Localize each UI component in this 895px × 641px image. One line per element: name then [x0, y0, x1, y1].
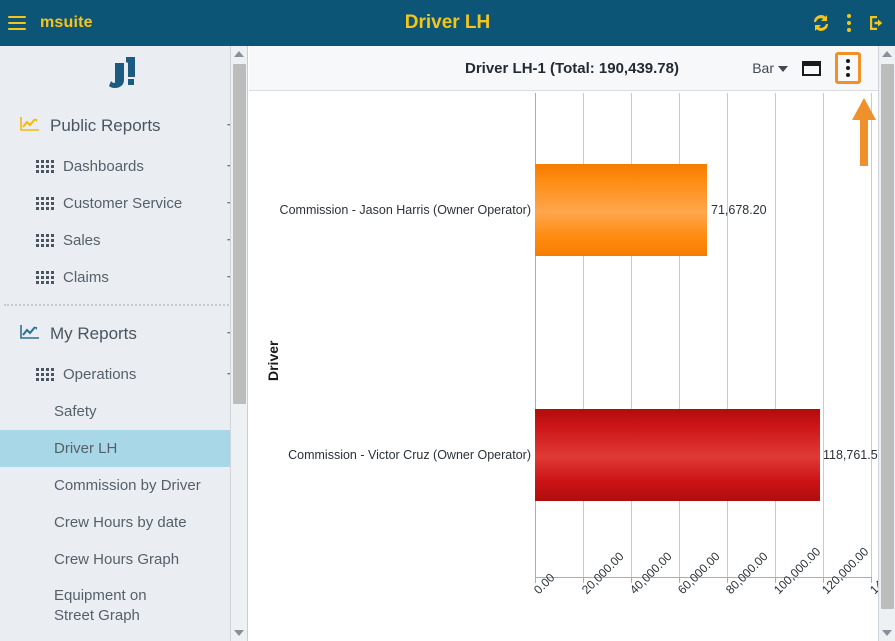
grid-icon: [36, 234, 54, 247]
report-panel-actions: Bar: [752, 52, 861, 84]
hamburger-icon[interactable]: [8, 16, 26, 30]
report-scrollbar[interactable]: [878, 46, 895, 641]
sidebar-item-label: Operations: [63, 366, 217, 383]
report-panel: Driver LH-1 (Total: 190,439.78) Bar Driv…: [249, 46, 895, 641]
bar-category-label: Commission - Victor Cruz (Owner Operator…: [269, 448, 531, 462]
grid-icon: [36, 160, 54, 173]
sidebar-scrollbar[interactable]: [230, 46, 247, 641]
logout-icon[interactable]: [867, 13, 887, 33]
bar-value-label: 71,678.20: [711, 203, 767, 217]
sidebar-item-label: Claims: [63, 269, 217, 286]
sidebar-item-operations[interactable]: Operations −: [0, 356, 247, 393]
sidebar-item-label: Equipment on Street Graph: [54, 586, 174, 626]
gridline: [727, 93, 728, 577]
sidebar-divider: [4, 304, 237, 306]
sidebar: Public Reports − Dashboards + Customer S…: [0, 46, 248, 641]
x-tick-label: 60,000.00: [675, 549, 723, 597]
refresh-icon[interactable]: [811, 13, 831, 33]
top-app-bar: msuite Driver LH: [0, 0, 895, 46]
sidebar-item-label: Sales: [63, 232, 217, 249]
report-panel-header: Driver LH-1 (Total: 190,439.78) Bar: [249, 46, 895, 91]
brand-label: msuite: [40, 14, 93, 32]
bar-series-1[interactable]: [535, 409, 820, 501]
scroll-down-arrow[interactable]: [231, 625, 247, 641]
grid-icon: [36, 368, 54, 381]
grid-icon: [36, 271, 54, 284]
scroll-up-arrow[interactable]: [231, 46, 247, 62]
sidebar-item-label: Dashboards: [63, 158, 217, 175]
window-icon[interactable]: [802, 61, 821, 76]
sidebar-group-public-reports[interactable]: Public Reports −: [0, 104, 247, 148]
sidebar-item-driver-lh[interactable]: Driver LH: [0, 430, 247, 467]
bar-series-0[interactable]: [535, 164, 707, 256]
chart-line-icon: [20, 116, 40, 137]
sidebar-group-label: My Reports: [50, 324, 217, 344]
sidebar-item-dashboards[interactable]: Dashboards +: [0, 148, 247, 185]
annotation-arrow-up-icon: [852, 98, 876, 168]
grid-icon: [36, 197, 54, 210]
gridline: [823, 93, 824, 577]
sidebar-item-label: Customer Service: [63, 195, 217, 212]
chart-plot-area: Driver Commission - Jason Harris (Owner …: [249, 91, 895, 641]
x-tick-label: 120,000.00: [819, 545, 871, 597]
sidebar-group-label: Public Reports: [50, 116, 217, 136]
bar-value-label: 118,761.58: [823, 448, 885, 462]
chart-type-label: Bar: [752, 60, 774, 76]
top-bar-actions: [811, 0, 887, 46]
chart-line-icon: [20, 324, 40, 345]
sidebar-item-crew-hours-by-date[interactable]: Crew Hours by date: [0, 504, 247, 541]
y-axis-label: Driver: [265, 341, 281, 381]
sidebar-item-commission-by-driver[interactable]: Commission by Driver: [0, 467, 247, 504]
scroll-down-arrow[interactable]: [879, 625, 895, 641]
x-tick-label: 100,000.00: [771, 545, 823, 597]
kebab-menu-icon[interactable]: [847, 14, 851, 32]
bar-category-label: Commission - Jason Harris (Owner Operato…: [269, 203, 531, 217]
x-tick-label: 40,000.00: [627, 549, 675, 597]
sidebar-item-claims[interactable]: Claims +: [0, 259, 247, 296]
scrollbar-thumb[interactable]: [881, 64, 894, 609]
page-title: Driver LH: [0, 12, 895, 34]
panel-more-menu-button[interactable]: [835, 52, 861, 84]
scrollbar-thumb[interactable]: [233, 64, 246, 404]
sidebar-item-sales[interactable]: Sales +: [0, 222, 247, 259]
x-tick-label: 80,000.00: [723, 549, 771, 597]
sidebar-item-customer-service[interactable]: Customer Service +: [0, 185, 247, 222]
chart-type-dropdown[interactable]: Bar: [752, 60, 788, 76]
sidebar-item-equipment-on-street-graph[interactable]: Equipment on Street Graph: [0, 578, 247, 636]
sidebar-item-safety[interactable]: Safety: [0, 393, 247, 430]
kebab-menu-icon: [846, 59, 850, 77]
sidebar-group-my-reports[interactable]: My Reports −: [0, 312, 247, 356]
x-tick-label: 20,000.00: [579, 549, 627, 597]
gridline: [775, 93, 776, 577]
scroll-up-arrow[interactable]: [879, 46, 895, 62]
j-logo: [0, 46, 247, 104]
chevron-down-icon: [778, 66, 788, 72]
sidebar-nav: Public Reports − Dashboards + Customer S…: [0, 104, 247, 636]
sidebar-item-crew-hours-graph[interactable]: Crew Hours Graph: [0, 541, 247, 578]
